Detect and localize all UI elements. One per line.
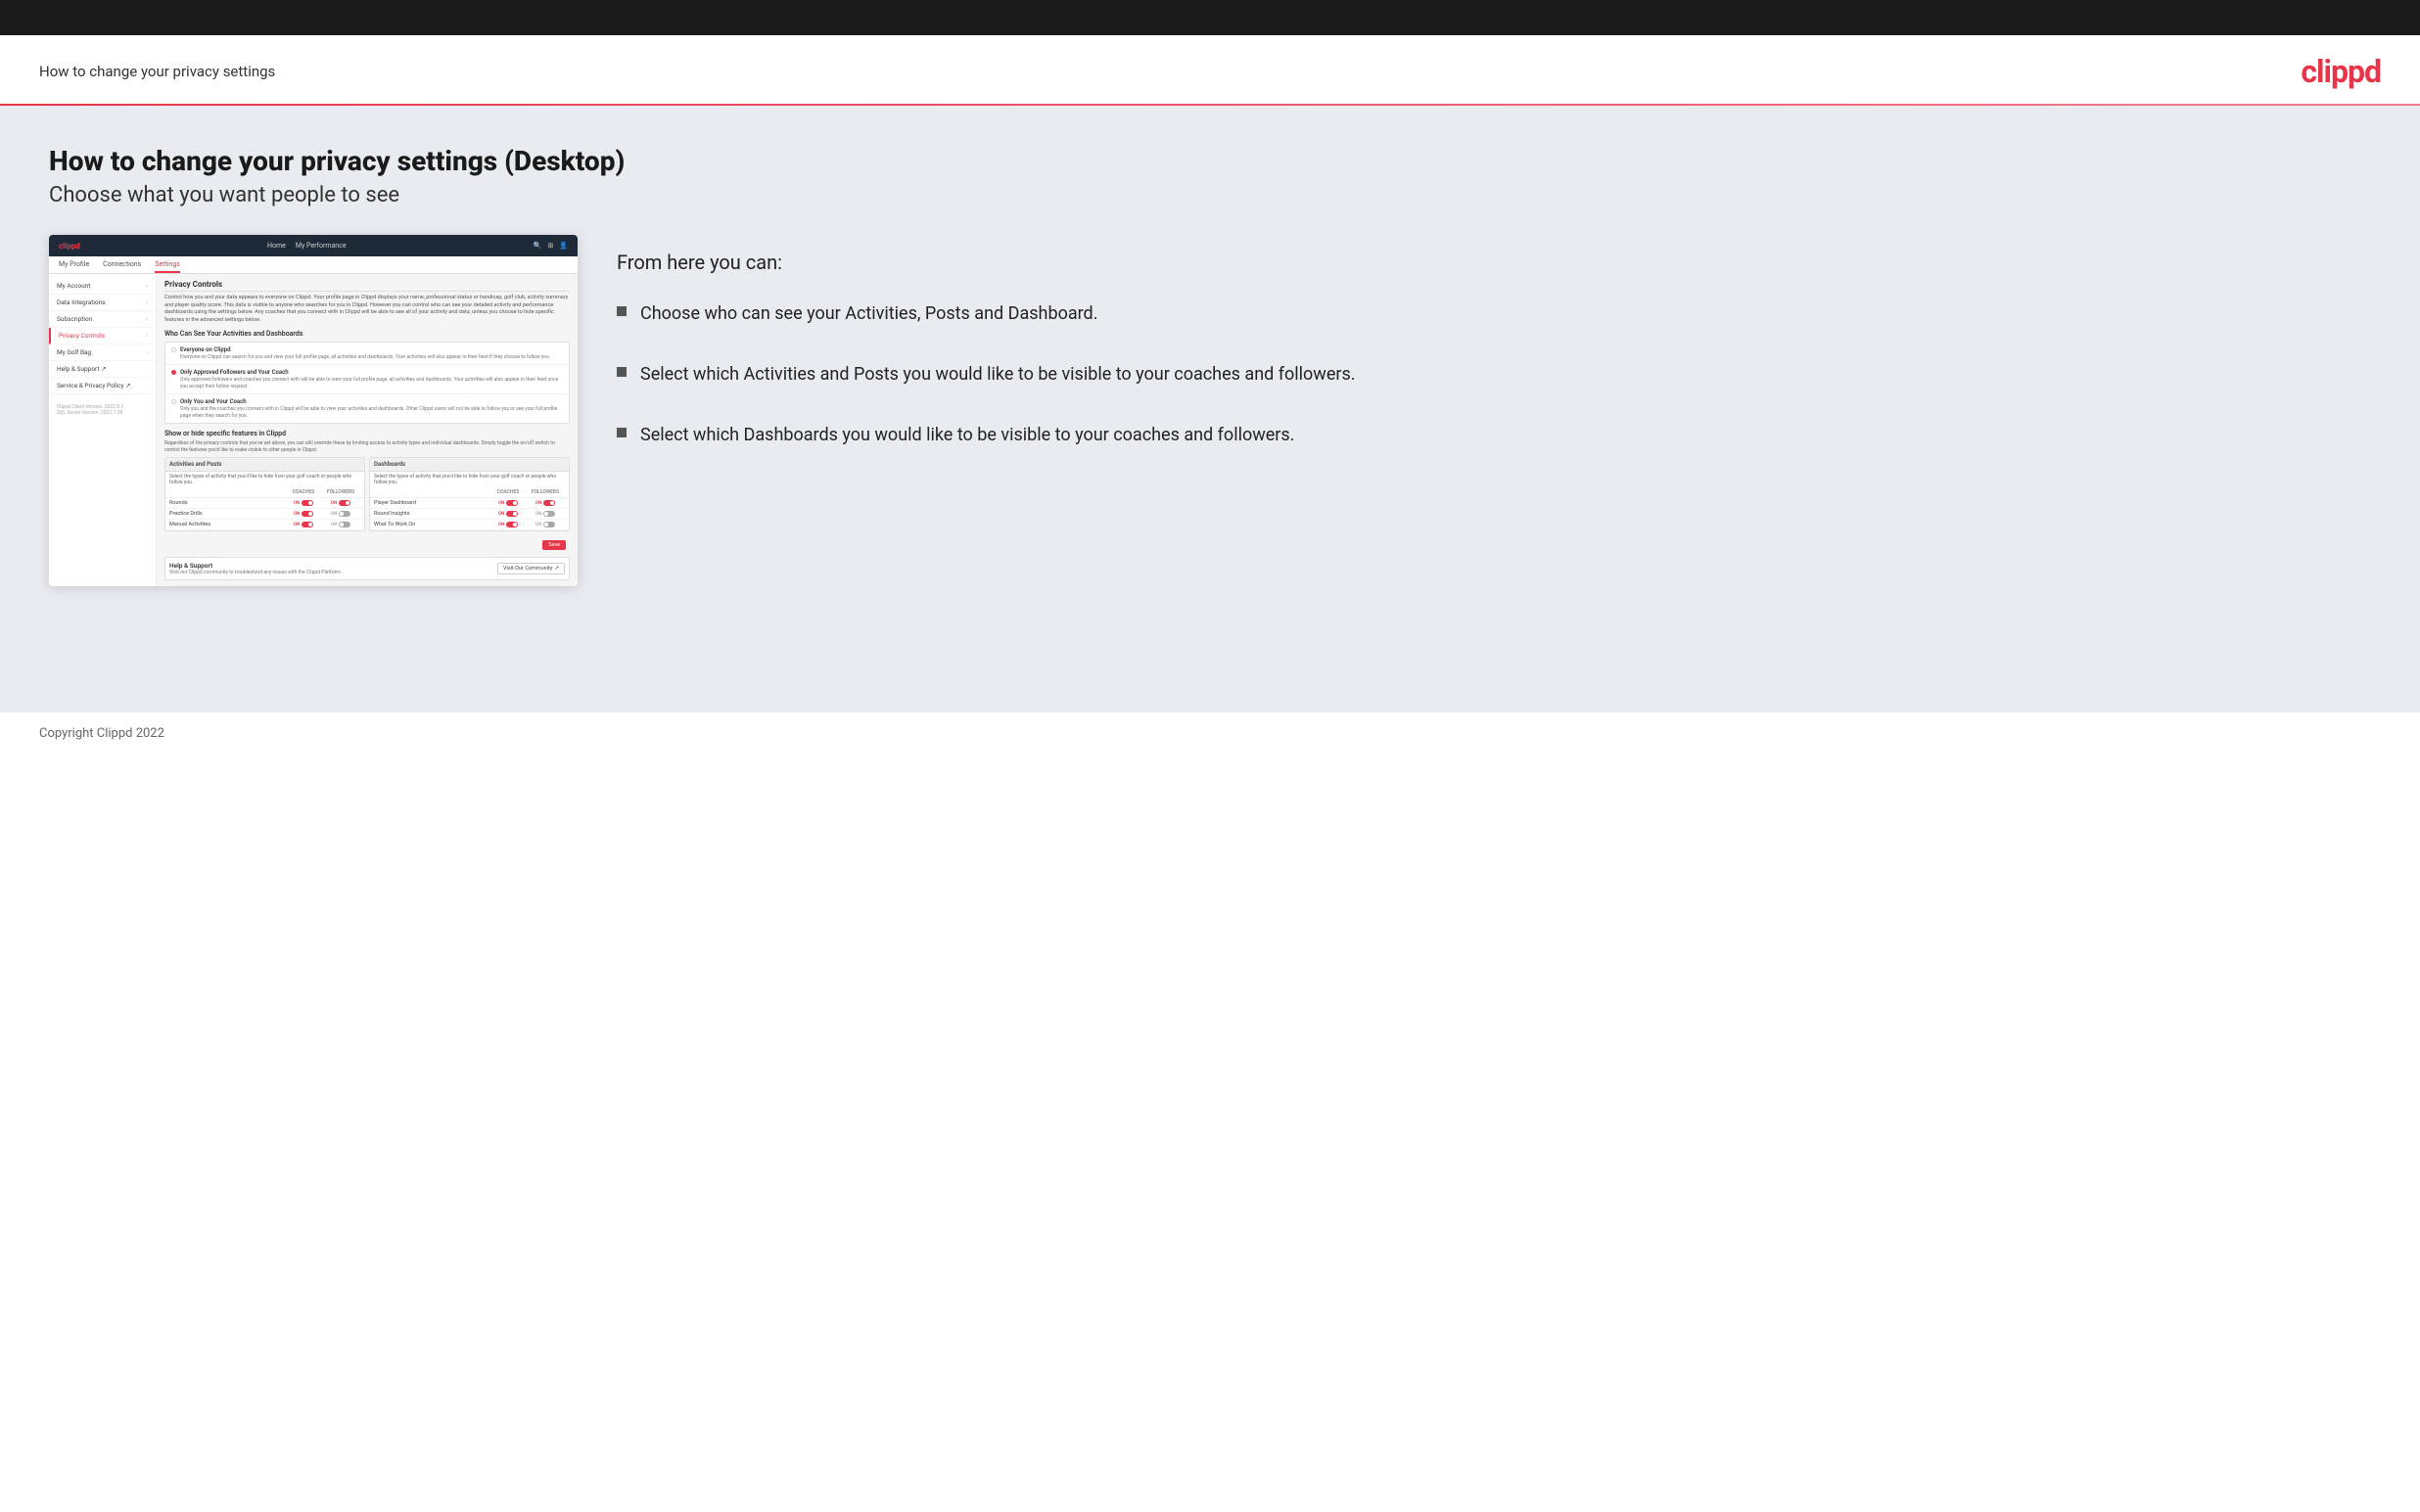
chevron-right-icon: › <box>146 299 148 306</box>
mock-toggle-work-coaches <box>506 522 518 527</box>
bullet-square-1 <box>617 306 627 316</box>
mock-topnav: clippd Home My Performance 🔍 ⊞ 👤 <box>49 235 578 256</box>
mock-radio-dot-followers <box>171 370 176 375</box>
mock-save-row: Save <box>164 537 570 553</box>
mock-dashboards-col-header: COACHES FOLLOWERS <box>370 487 569 498</box>
mock-sidebar-service: Service & Privacy Policy ↗ <box>49 378 156 394</box>
external-link-icon: ↗ <box>554 566 559 572</box>
mock-radio-dot-coach <box>171 399 176 404</box>
chevron-right-icon: › <box>146 333 148 340</box>
mock-radio-group: Everyone on Clippd Everyone on Clippd ca… <box>164 342 570 425</box>
grid-icon: ⊞ <box>547 242 553 250</box>
bullet-item-2: Select which Activities and Posts you wo… <box>617 362 2371 388</box>
mock-radio-coach-only: Only You and Your Coach Only you and the… <box>165 394 569 423</box>
bullet-text-3: Select which Dashboards you would like t… <box>640 423 1294 448</box>
mock-sidebar-privacy-controls: Privacy Controls › <box>49 328 156 344</box>
mock-sidebar: My Account › Data Integrations › Subscri… <box>49 274 157 586</box>
logo: clippd <box>2301 53 2381 90</box>
mock-activities-header: Activities and Posts <box>165 458 364 472</box>
mock-sidebar-golf-bag: My Golf Bag › <box>49 344 156 361</box>
mock-show-hide-desc: Regardless of the privacy controls that … <box>164 440 570 453</box>
bullet-list: Choose who can see your Activities, Post… <box>617 301 2371 448</box>
mock-activities-col-header: COACHES FOLLOWERS <box>165 487 364 498</box>
mock-subnav-settings: Settings <box>155 260 180 273</box>
main-content: How to change your privacy settings (Des… <box>0 106 2420 712</box>
mock-toggle-practice-coaches <box>302 511 313 517</box>
mock-dashboards-header: Dashboards <box>370 458 569 472</box>
bullet-item-1: Choose who can see your Activities, Post… <box>617 301 2371 327</box>
bullet-text-1: Choose who can see your Activities, Post… <box>640 301 1097 327</box>
mock-sidebar-subscription: Subscription › <box>49 311 156 328</box>
mock-row-player-dashboard: Player Dashboard ON ON <box>370 498 569 509</box>
mock-toggle-player-followers <box>543 500 555 506</box>
mock-toggle-rounds-followers <box>339 500 350 506</box>
mock-show-hide-title: Show or hide specific features in Clippd <box>164 430 570 437</box>
mock-toggle-rounds-coaches <box>302 500 313 506</box>
mock-toggle-tables: Activities and Posts Select the types of… <box>164 457 570 531</box>
mock-toggle-insights-coaches <box>506 511 518 517</box>
mock-radio-followers: Only Approved Followers and Your Coach O… <box>165 365 569 394</box>
mock-sidebar-my-account: My Account › <box>49 278 156 295</box>
mock-toggle-manual-followers <box>339 522 350 527</box>
user-icon: 👤 <box>559 242 568 250</box>
bullet-text-2: Select which Activities and Posts you wo… <box>640 362 1356 388</box>
bullet-section: From here you can: Choose who can see yo… <box>617 235 2371 448</box>
chevron-right-icon: › <box>146 316 148 323</box>
content-title: How to change your privacy settings (Des… <box>49 145 2371 177</box>
mock-privacy-title: Privacy Controls <box>164 280 570 292</box>
mock-radio-dot-everyone <box>171 347 176 352</box>
mock-nav-links: Home My Performance <box>267 242 347 250</box>
bullet-square-3 <box>617 428 627 437</box>
footer: Copyright Clippd 2022 <box>0 712 2420 755</box>
mock-sidebar-version: Clippd Client Version: 2022.8.2SQL Serve… <box>49 398 156 422</box>
mock-help-desc: Visit our Clippd community to troublesho… <box>169 570 342 575</box>
mock-toggle-work-followers <box>543 522 555 527</box>
screenshot-mockup: clippd Home My Performance 🔍 ⊞ 👤 My Prof… <box>49 235 578 586</box>
page-title: How to change your privacy settings <box>39 63 275 80</box>
chevron-right-icon: › <box>146 283 148 290</box>
mock-activities-table: Activities and Posts Select the types of… <box>164 457 365 531</box>
mock-toggle-insights-followers <box>543 511 555 517</box>
mock-sidebar-data-integrations: Data Integrations › <box>49 295 156 311</box>
mock-row-manual: Manual Activities ON ON <box>165 520 364 530</box>
mock-sidebar-help: Help & Support ↗ <box>49 361 156 378</box>
top-bar <box>0 0 2420 35</box>
bullet-square-2 <box>617 367 627 377</box>
mock-toggle-manual-coaches <box>302 522 313 527</box>
mock-body: My Account › Data Integrations › Subscri… <box>49 274 578 586</box>
mock-row-rounds: Rounds ON ON <box>165 498 364 509</box>
bullet-item-3: Select which Dashboards you would like t… <box>617 423 2371 448</box>
chevron-right-icon: › <box>146 349 148 356</box>
mock-row-round-insights: Round Insights ON ON <box>370 509 569 520</box>
two-col-layout: clippd Home My Performance 🔍 ⊞ 👤 My Prof… <box>49 235 2371 586</box>
mock-row-what-to-work: What To Work On ON ON <box>370 520 569 530</box>
mock-subnav: My Profile Connections Settings <box>49 256 578 274</box>
mock-who-title: Who Can See Your Activities and Dashboar… <box>164 330 570 338</box>
mock-help-section: Help & Support Visit our Clippd communit… <box>164 557 570 580</box>
mock-logo: clippd <box>59 242 80 251</box>
mock-main: Privacy Controls Control how you and you… <box>157 274 578 586</box>
mock-row-practice: Practice Drills ON ON <box>165 509 364 520</box>
from-here-label: From here you can: <box>617 251 2371 274</box>
mock-subnav-connections: Connections <box>103 260 141 273</box>
mock-toggle-player-coaches <box>506 500 518 506</box>
mock-nav-home: Home <box>267 242 286 250</box>
mock-toggle-practice-followers <box>339 511 350 517</box>
mock-nav-icons: 🔍 ⊞ 👤 <box>534 242 568 250</box>
header: How to change your privacy settings clip… <box>0 35 2420 104</box>
mock-visit-community-button[interactable]: Visit Our Community ↗ <box>497 563 565 574</box>
content-subtitle: Choose what you want people to see <box>49 183 2371 207</box>
copyright-text: Copyright Clippd 2022 <box>39 726 164 741</box>
mock-nav-performance: My Performance <box>296 242 347 250</box>
mock-dashboards-table: Dashboards Select the types of activity … <box>369 457 570 531</box>
mock-subnav-profile: My Profile <box>59 260 89 273</box>
mock-radio-everyone: Everyone on Clippd Everyone on Clippd ca… <box>165 343 569 366</box>
mock-save-button[interactable]: Save <box>542 540 566 550</box>
mock-privacy-desc: Control how you and your data appears to… <box>164 295 570 325</box>
search-icon: 🔍 <box>534 242 542 250</box>
